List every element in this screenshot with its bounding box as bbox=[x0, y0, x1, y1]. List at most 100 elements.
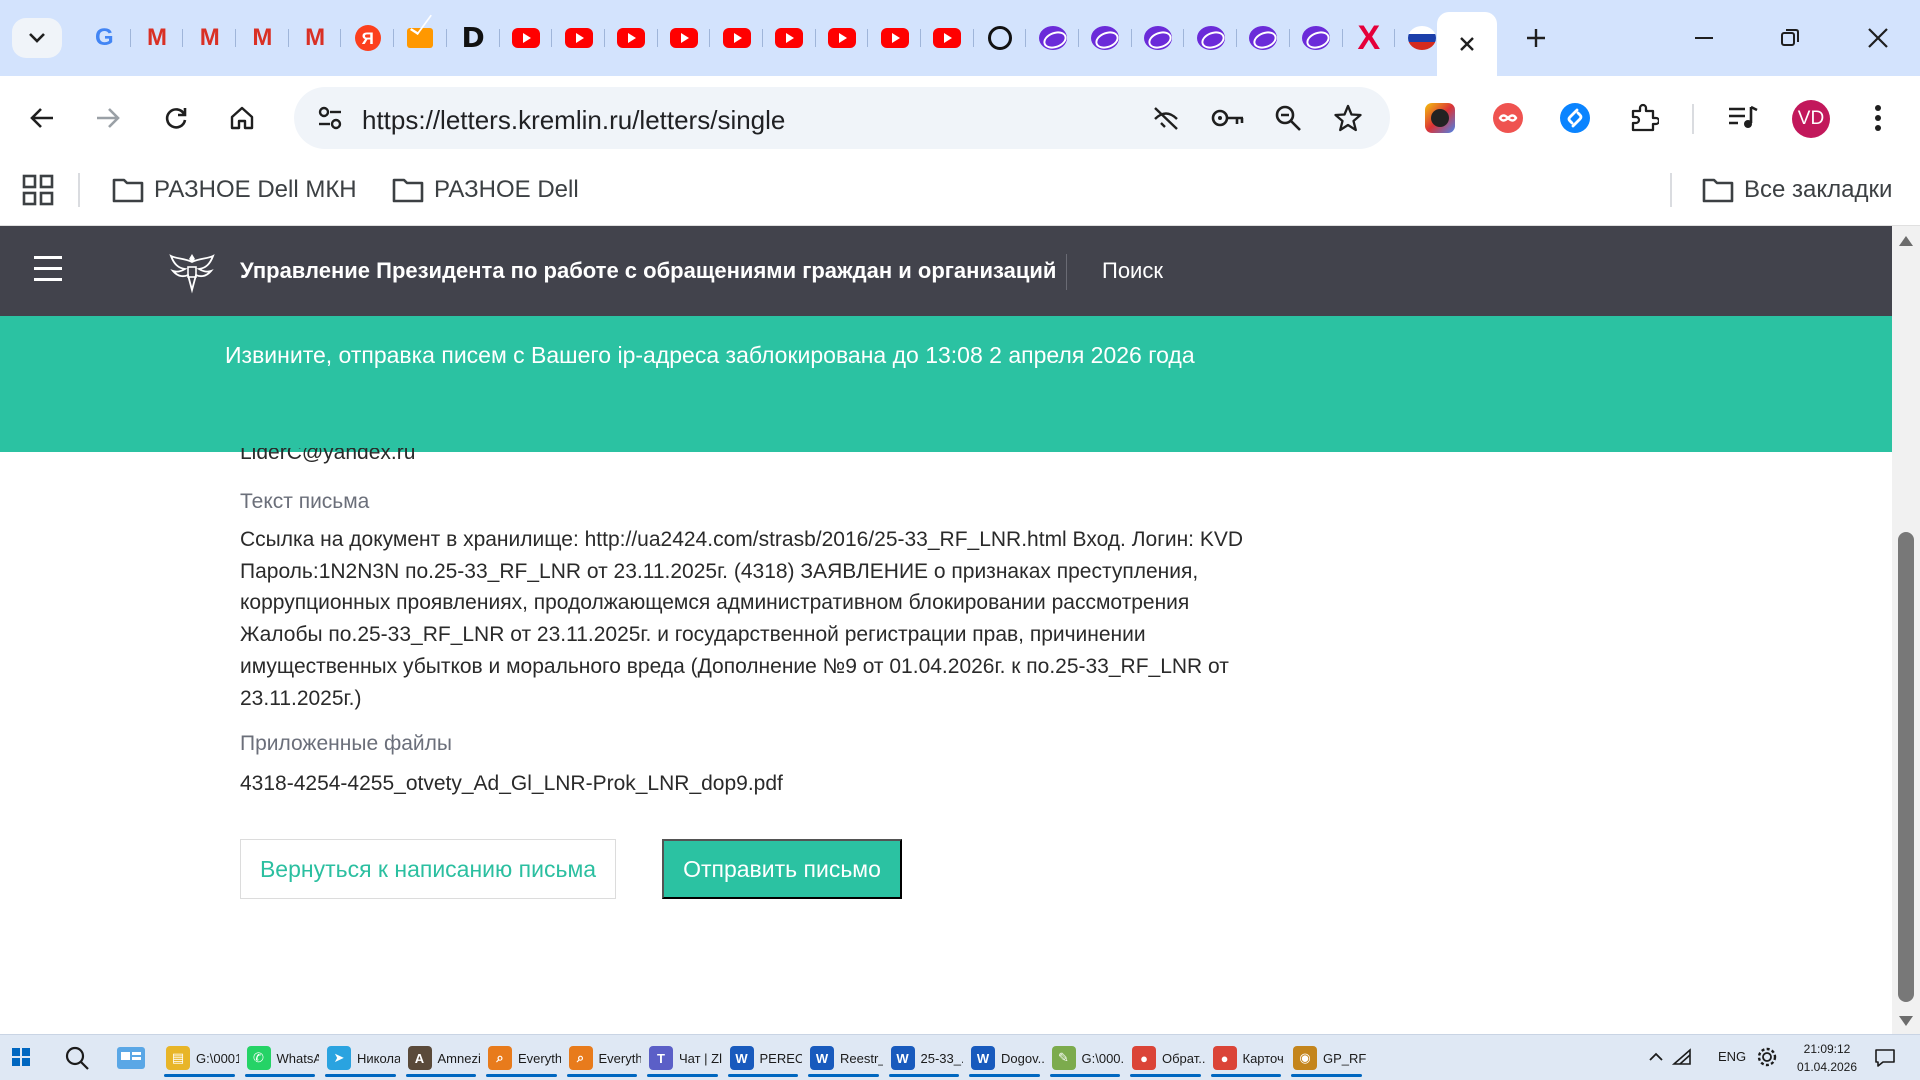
browser-tab[interactable] bbox=[816, 20, 869, 56]
taskbar-app[interactable]: A Amnezi... bbox=[402, 1039, 480, 1077]
browser-tab[interactable] bbox=[1237, 20, 1290, 56]
system-clock[interactable]: 21:09:12 01.04.2026 bbox=[1792, 1040, 1862, 1076]
amnezia-icon: A bbox=[407, 1046, 432, 1070]
youtube-icon bbox=[827, 28, 856, 48]
browser-tab[interactable] bbox=[658, 20, 711, 56]
network-icon[interactable] bbox=[1672, 1048, 1692, 1066]
scroll-up-arrow-icon[interactable] bbox=[1899, 236, 1913, 246]
browser-tab[interactable]: X bbox=[1343, 20, 1396, 56]
restore-button[interactable] bbox=[1760, 18, 1820, 58]
browser-tab[interactable] bbox=[500, 20, 553, 56]
letter-text-label: Текст письма bbox=[240, 490, 370, 513]
browser-tab[interactable]: G bbox=[78, 20, 131, 56]
browser-tab[interactable] bbox=[1079, 20, 1132, 56]
all-bookmarks-button[interactable]: Все закладки bbox=[1702, 170, 1892, 210]
browser-tab[interactable] bbox=[710, 20, 763, 56]
youtube-icon bbox=[511, 28, 540, 48]
back-button[interactable] bbox=[20, 96, 64, 140]
browser-tab[interactable] bbox=[552, 20, 605, 56]
bookmark-label: РАЗНОЕ Dell bbox=[434, 176, 579, 203]
taskbar-app[interactable]: W Dogov... bbox=[965, 1039, 1044, 1077]
extension-shazam-button[interactable] bbox=[1553, 96, 1597, 140]
taskbar-app[interactable]: ➤ Никола... bbox=[321, 1039, 400, 1077]
close-icon[interactable] bbox=[1458, 35, 1476, 53]
taskbar-app[interactable]: W Reestr_i... bbox=[804, 1039, 883, 1077]
new-tab-button[interactable] bbox=[1516, 18, 1556, 58]
browser-tab[interactable] bbox=[605, 20, 658, 56]
chevron-up-icon[interactable] bbox=[1648, 1049, 1664, 1065]
site-title[interactable]: Управление Президента по работе с обраще… bbox=[240, 258, 1056, 284]
back-to-editing-button[interactable]: Вернуться к написанию письма bbox=[240, 839, 616, 899]
menu-icon[interactable] bbox=[34, 256, 62, 282]
password-manager-button[interactable] bbox=[1206, 96, 1250, 140]
close-window-button[interactable] bbox=[1848, 18, 1908, 58]
extension-infinity-button[interactable] bbox=[1486, 96, 1530, 140]
browser-tab[interactable]: M bbox=[289, 20, 342, 56]
home-button[interactable] bbox=[220, 96, 264, 140]
forward-button[interactable] bbox=[86, 96, 130, 140]
browser-tab[interactable] bbox=[1026, 20, 1079, 56]
active-tab[interactable] bbox=[1437, 12, 1497, 76]
browser-tab[interactable]: D bbox=[447, 20, 500, 56]
profile-avatar[interactable]: VD bbox=[1792, 100, 1830, 138]
media-controls-button[interactable] bbox=[1721, 96, 1765, 140]
browser-tab[interactable] bbox=[1290, 20, 1343, 56]
search-icon[interactable] bbox=[64, 1045, 90, 1071]
browser-tab[interactable]: Я bbox=[341, 20, 394, 56]
telegram-icon: ➤ bbox=[327, 1046, 351, 1070]
extensions-button[interactable] bbox=[1622, 96, 1666, 140]
taskbar-app[interactable]: W PEREC... bbox=[724, 1039, 802, 1077]
browser-tab[interactable]: M bbox=[131, 20, 184, 56]
bookmark-star-button[interactable] bbox=[1326, 96, 1370, 140]
browser-tab[interactable] bbox=[868, 20, 921, 56]
search-link[interactable]: Поиск bbox=[1102, 258, 1163, 284]
taskbar-app[interactable]: ✆ WhatsA... bbox=[241, 1039, 319, 1077]
keyboard-language[interactable]: ENG bbox=[1718, 1049, 1746, 1064]
browser-tab[interactable] bbox=[1132, 20, 1185, 56]
tab-search-button[interactable] bbox=[12, 18, 62, 58]
zoom-button[interactable] bbox=[1266, 96, 1310, 140]
bookmark-folder-dell-mkn[interactable]: РАЗНОЕ Dell МКН bbox=[112, 170, 357, 210]
taskbar-app[interactable]: ✎ G:\000... bbox=[1046, 1039, 1124, 1077]
tracking-protection-button[interactable] bbox=[1144, 96, 1188, 140]
taskbar-app[interactable]: ⌕ Everyth... bbox=[563, 1039, 642, 1077]
running-indicator bbox=[1049, 1074, 1120, 1077]
scroll-down-arrow-icon[interactable] bbox=[1899, 1016, 1913, 1026]
browser-tab[interactable]: M bbox=[183, 20, 236, 56]
settings-gear-icon[interactable] bbox=[1756, 1046, 1778, 1068]
page-scrollbar[interactable] bbox=[1892, 226, 1920, 1034]
taskbar-app[interactable]: ▤ G:\0001... bbox=[160, 1039, 239, 1077]
browser-tab[interactable] bbox=[763, 20, 816, 56]
browser-tab[interactable] bbox=[394, 20, 447, 56]
bookmark-folder-dell[interactable]: РАЗНОЕ Dell bbox=[392, 170, 579, 210]
widgets-icon[interactable] bbox=[116, 1044, 146, 1072]
gmail-icon: M bbox=[199, 24, 220, 51]
apps-grid-icon[interactable] bbox=[22, 174, 54, 206]
youtube-icon bbox=[775, 28, 804, 48]
extension-color-button[interactable] bbox=[1418, 96, 1462, 140]
browser-tab[interactable] bbox=[1184, 20, 1237, 56]
scroll-thumb[interactable] bbox=[1898, 532, 1914, 1002]
browser-menu-button[interactable] bbox=[1856, 96, 1900, 140]
taskbar-app[interactable]: ● Карточ... bbox=[1207, 1039, 1285, 1077]
taskbar-app[interactable]: W 25-33_... bbox=[885, 1039, 963, 1077]
browser-tab[interactable]: M bbox=[236, 20, 289, 56]
address-bar[interactable]: https://letters.kremlin.ru/letters/singl… bbox=[294, 87, 1390, 149]
arrow-left-icon bbox=[30, 108, 53, 128]
reload-button[interactable] bbox=[154, 96, 198, 140]
url-text[interactable]: https://letters.kremlin.ru/letters/singl… bbox=[362, 105, 785, 136]
taskbar-app-label: Everyth... bbox=[598, 1050, 642, 1066]
gmail-icon: M bbox=[147, 24, 168, 51]
browser-tab[interactable] bbox=[921, 20, 974, 56]
minimize-button[interactable] bbox=[1674, 18, 1734, 58]
site-info-button[interactable] bbox=[308, 96, 352, 140]
taskbar-app[interactable]: ◉ GP_RF_... bbox=[1287, 1039, 1366, 1077]
coat-of-arms-icon[interactable] bbox=[168, 250, 216, 294]
notifications-icon[interactable] bbox=[1874, 1047, 1896, 1069]
start-button[interactable] bbox=[12, 1048, 30, 1066]
taskbar-app[interactable]: T Чат | Zl... bbox=[643, 1039, 722, 1077]
taskbar-app[interactable]: ● Обрат... bbox=[1126, 1039, 1205, 1077]
browser-tab[interactable] bbox=[974, 20, 1027, 56]
taskbar-app[interactable]: ⌕ Everythi... bbox=[482, 1039, 561, 1077]
send-letter-button[interactable]: Отправить письмо bbox=[662, 839, 902, 899]
